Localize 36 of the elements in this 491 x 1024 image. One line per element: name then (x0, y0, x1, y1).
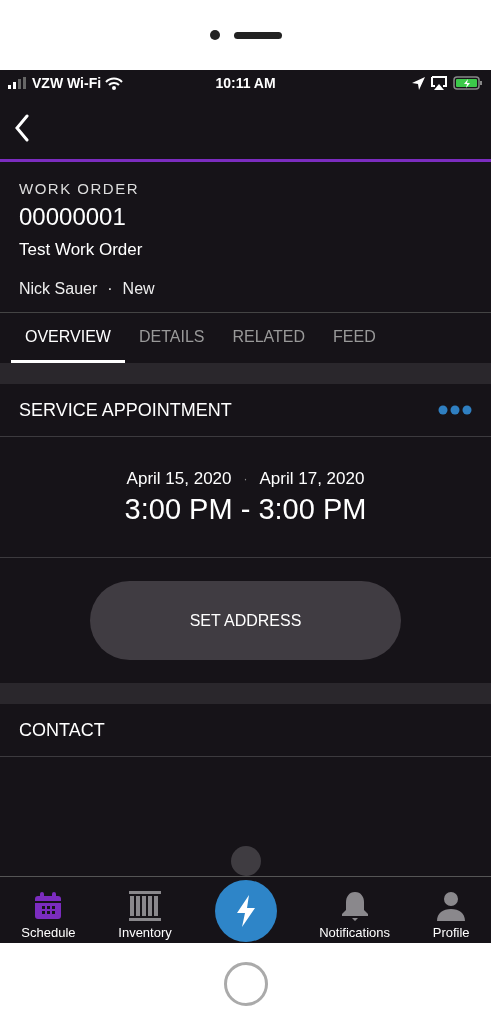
start-date: April 15, 2020 (126, 468, 232, 489)
tab-bar-item[interactable]: Schedule (21, 891, 76, 940)
bell-icon (340, 891, 369, 921)
record-type-label: WORK ORDER (19, 180, 140, 197)
location-arrow-icon (412, 76, 425, 90)
person-icon (436, 891, 467, 921)
time-range: 3:00 PM - 3:00 PM (124, 492, 367, 526)
record-number: 00000001 (19, 203, 127, 231)
more-icon[interactable] (438, 405, 472, 415)
tab-bar-item[interactable]: Notifications (319, 891, 391, 940)
owner-name: Nick Sauer (19, 280, 98, 298)
carrier-label: VZW Wi-Fi (32, 75, 102, 91)
tab-bar-item[interactable]: Profile (432, 891, 470, 940)
calendar-icon (33, 891, 64, 921)
separator-dot: · (243, 471, 248, 486)
tab[interactable]: FEED (319, 313, 390, 363)
status-label: New (122, 280, 155, 298)
status-time: 10:11 AM (215, 75, 276, 91)
airplay-icon (431, 76, 447, 90)
shelf-icon (129, 891, 162, 921)
section-title: CONTACT (19, 719, 106, 741)
tab-bar-item[interactable]: Inventory (118, 891, 172, 940)
lightning-icon (234, 894, 257, 927)
wifi-icon (105, 76, 124, 90)
record-title: Test Work Order (19, 240, 144, 260)
speaker-slot (233, 31, 282, 39)
signal-icon (8, 77, 28, 89)
avatar-icon (230, 846, 261, 876)
section-title: SERVICE APPOINTMENT (19, 399, 233, 421)
set-address-button[interactable]: SET ADDRESS (90, 581, 401, 660)
tab[interactable]: DETAILS (124, 313, 219, 363)
camera-dot (209, 30, 220, 40)
end-date: April 17, 2020 (259, 468, 365, 489)
tab[interactable]: RELATED (218, 313, 320, 363)
battery-icon (453, 76, 483, 90)
separator-dot: · (107, 280, 113, 298)
